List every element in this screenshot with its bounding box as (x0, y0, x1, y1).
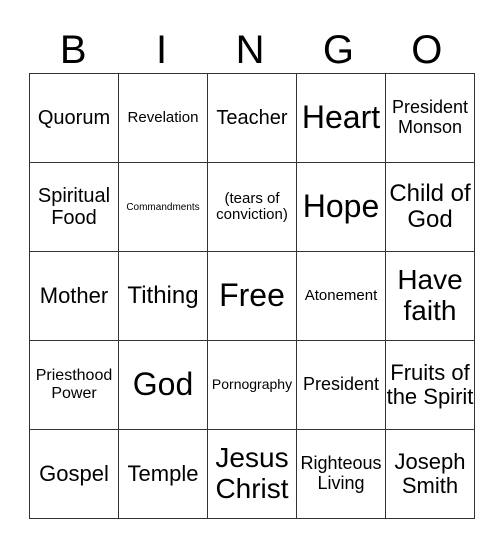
bingo-cell[interactable]: Revelation (118, 73, 208, 163)
bingo-cell[interactable]: Heart (296, 73, 386, 163)
bingo-cell[interactable]: God (118, 340, 208, 430)
bingo-cell[interactable]: President (296, 340, 386, 430)
bingo-cell[interactable]: Righteous Living (296, 429, 386, 519)
bingo-cell[interactable]: Quorum (29, 73, 119, 163)
bingo-cell[interactable]: Have faith (385, 251, 475, 341)
bingo-cell[interactable]: Teacher (207, 73, 297, 163)
bingo-cell[interactable]: Fruits of the Spirit (385, 340, 475, 430)
bingo-cell[interactable]: Pornography (207, 340, 297, 430)
bingo-cell[interactable]: Mother (29, 251, 119, 341)
bingo-cell[interactable]: Tithing (118, 251, 208, 341)
header-letter-b: B (59, 28, 87, 72)
grid-row: Priesthood Power God Pornography Preside… (29, 340, 475, 430)
grid-row: Gospel Temple Jesus Christ Righteous Liv… (29, 429, 475, 519)
bingo-header: B I N G O (29, 28, 471, 73)
bingo-cell[interactable]: Commandments (118, 162, 208, 252)
bingo-cell[interactable]: Free (207, 251, 297, 341)
bingo-cell[interactable]: Child of God (385, 162, 475, 252)
header-letter-g: G (322, 28, 354, 72)
bingo-cell[interactable]: Atonement (296, 251, 386, 341)
bingo-cell[interactable]: Gospel (29, 429, 119, 519)
grid-row: Spiritual Food Commandments (tears of co… (29, 162, 475, 252)
header-letter-o: O (411, 28, 443, 72)
bingo-cell[interactable]: Spiritual Food (29, 162, 119, 252)
bingo-cell[interactable]: Priesthood Power (29, 340, 119, 430)
bingo-cell[interactable]: Jesus Christ (207, 429, 297, 519)
bingo-cell[interactable]: Temple (118, 429, 208, 519)
bingo-cell[interactable]: Joseph Smith (385, 429, 475, 519)
grid-row: Quorum Revelation Teacher Heart Presiden… (29, 73, 475, 163)
bingo-grid: Quorum Revelation Teacher Heart Presiden… (29, 73, 475, 519)
bingo-cell[interactable]: President Monson (385, 73, 475, 163)
bingo-cell[interactable]: (tears of conviction) (207, 162, 297, 252)
header-letter-i: I (156, 28, 168, 72)
bingo-cell[interactable]: Hope (296, 162, 386, 252)
grid-row: Mother Tithing Free Atonement Have faith (29, 251, 475, 341)
header-letter-n: N (235, 28, 265, 72)
